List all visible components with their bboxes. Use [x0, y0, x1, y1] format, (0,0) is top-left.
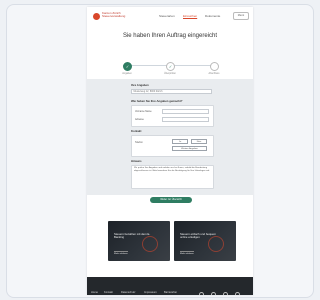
nav-item-steuerarten[interactable]: Steuerarten	[159, 14, 175, 18]
form-area: Ihre Angaben Musterweg 12, 8000 Zürich W…	[87, 79, 253, 195]
step-2-label: Überprüfen	[164, 72, 176, 75]
step-1-label: Angaben	[122, 72, 132, 75]
page-title: Sie haben Ihren Auftrag eingereicht	[122, 33, 218, 39]
twitter-icon[interactable]	[211, 291, 216, 295]
nav-item-dokumente[interactable]: Dokumente	[205, 14, 220, 18]
web-page: Kanton Zürich Steuerverwaltung Steuerart…	[87, 7, 253, 295]
section-title-method: Wie haben Sie Ihre Angaben gemacht?	[131, 99, 183, 103]
label-address: Adresse	[135, 118, 144, 121]
footer-link-datenschutz[interactable]: Datenschutz	[121, 291, 135, 294]
step-1-indicator: ✓	[123, 62, 132, 71]
label-name: Vorname Name	[135, 110, 152, 113]
footer-link-home[interactable]: Home	[91, 291, 98, 294]
menu-button[interactable]: Menü	[233, 12, 249, 20]
site-header: Kanton Zürich Steuerverwaltung Steuerart…	[87, 7, 253, 25]
screenshot-frame: Kanton Zürich Steuerverwaltung Steuerart…	[6, 4, 314, 298]
logo-icon[interactable]	[93, 13, 100, 20]
promo-title: Steuern bezahlen mit dem E-Banking	[114, 232, 151, 240]
add-info-button[interactable]: Weitere Angaben	[172, 146, 207, 151]
section-title-angaben: Ihre Angaben	[131, 83, 149, 87]
step-3-label: Abschluss	[208, 72, 220, 75]
nav-item-einreichen[interactable]: Einreichen	[183, 14, 197, 18]
footer-link-impressum[interactable]: Impressum	[144, 291, 157, 294]
step-3-indicator	[210, 62, 219, 71]
promo-title: Steuern einfach und bequem online erledi…	[180, 232, 216, 240]
contact-box: Telefon Ja Nein Weitere Angaben	[131, 135, 214, 157]
note-text: Wir prüfen Ihre Angaben und melden uns b…	[134, 167, 210, 172]
footer-link-barrierefrei[interactable]: Barrierefrei	[164, 291, 177, 294]
yes-button[interactable]: Ja	[172, 139, 188, 144]
address-detail-field[interactable]	[162, 117, 209, 122]
facebook-icon[interactable]	[199, 291, 204, 295]
promo-link[interactable]: Mehr erfahren	[114, 251, 128, 255]
address-field[interactable]: Musterweg 12, 8000 Zürich	[131, 89, 212, 94]
linkedin-icon[interactable]	[223, 291, 228, 295]
promo-link[interactable]: Mehr erfahren	[180, 251, 194, 255]
section-title-note: Hinweis	[131, 159, 142, 163]
brand-name: Kanton Zürich Steuerverwaltung	[102, 11, 126, 19]
instagram-icon[interactable]	[235, 291, 240, 295]
footer-link-kontakt[interactable]: Kontakt	[104, 291, 113, 294]
step-2-indicator: ✓	[166, 62, 175, 71]
name-address-box: Vorname Name Adresse	[131, 105, 214, 127]
continue-button[interactable]: Weiter zur Übersicht	[150, 197, 192, 203]
label-phone: Telefon	[135, 141, 143, 144]
section-title-contact: Kontakt	[131, 129, 142, 133]
name-field[interactable]	[162, 109, 209, 114]
promo-card-ebanking[interactable]: Steuern bezahlen mit dem E-Banking Mehr …	[108, 221, 170, 261]
site-footer: Home Kontakt Datenschutz Impressum Barri…	[87, 277, 253, 295]
promo-card-online[interactable]: Steuern einfach und bequem online erledi…	[174, 221, 236, 261]
no-button[interactable]: Nein	[191, 139, 207, 144]
